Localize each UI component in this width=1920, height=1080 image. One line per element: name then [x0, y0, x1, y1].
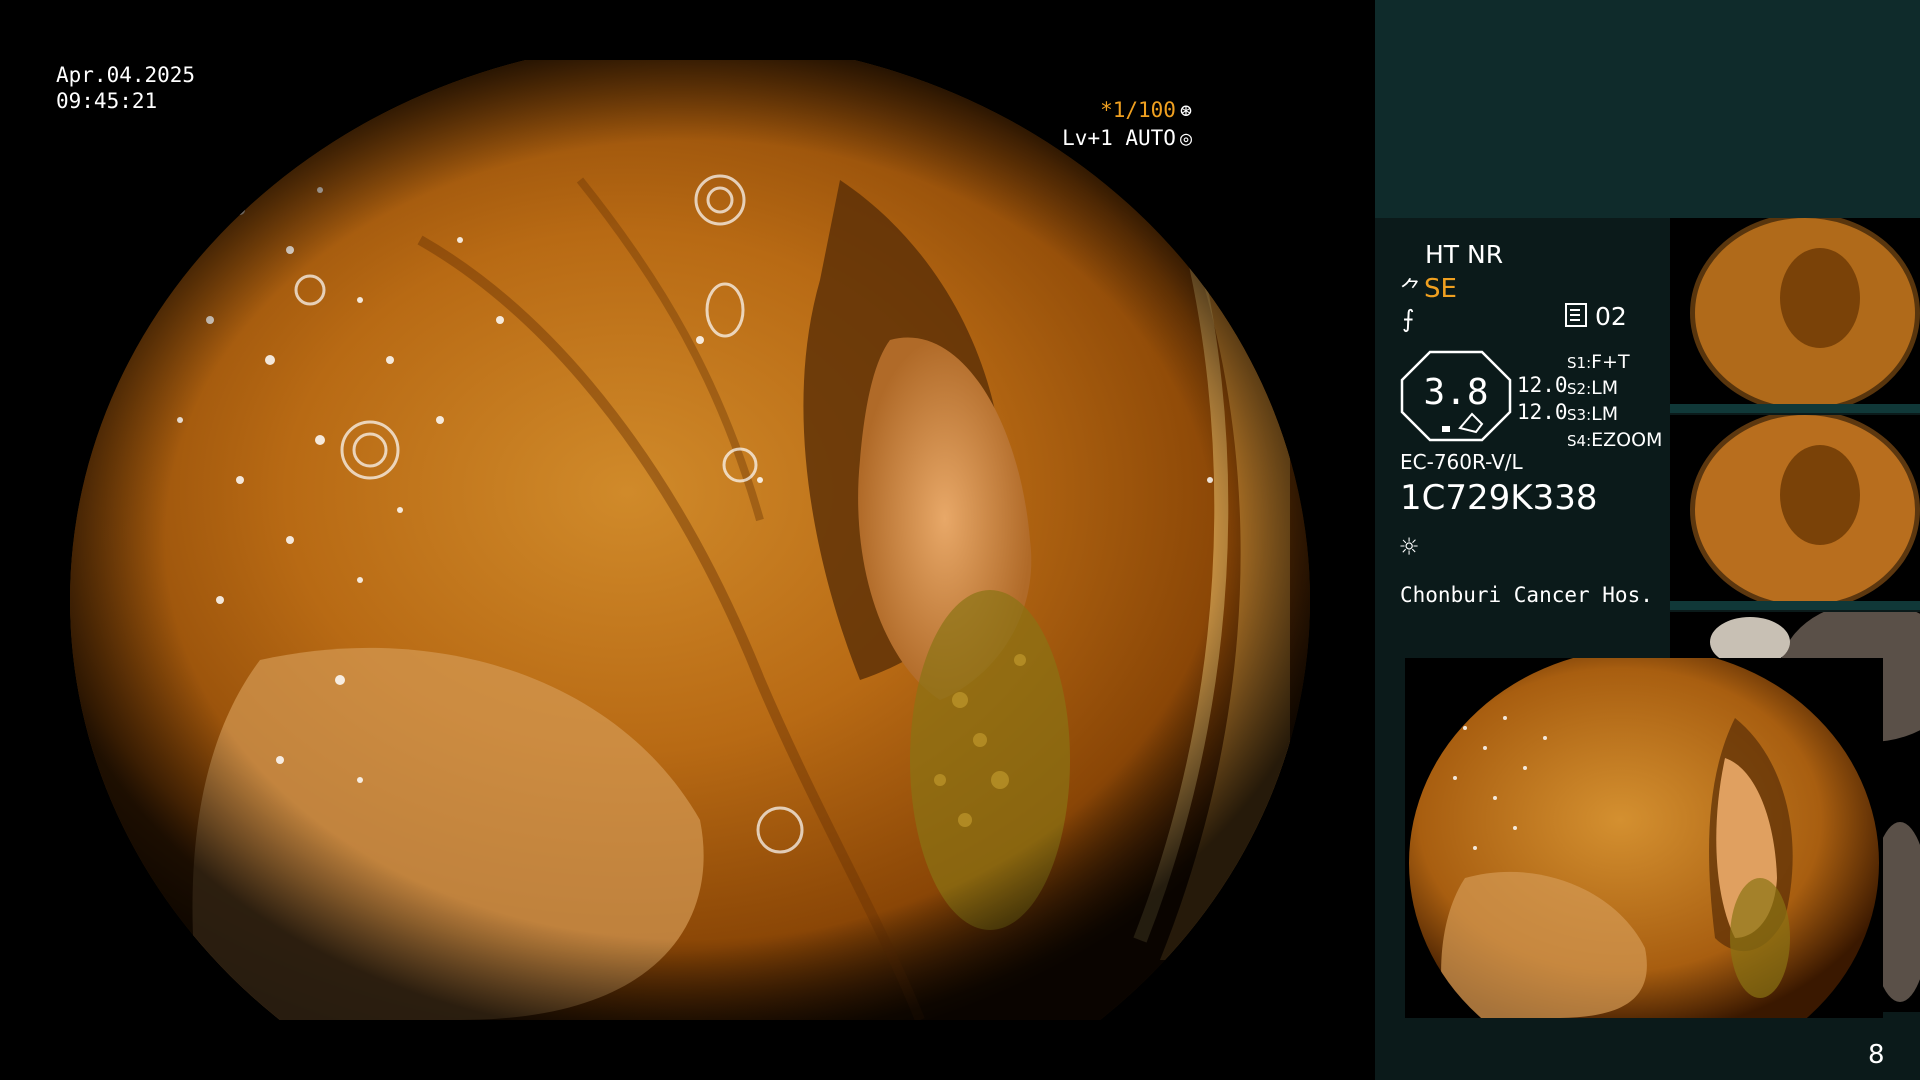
page-number: 8: [1868, 1040, 1885, 1070]
scope-model: EC-760R-V/L: [1400, 450, 1523, 474]
brightness-icon: ☼: [1400, 530, 1419, 565]
thumbnail-4-image: [1880, 812, 1920, 1012]
level-label: Lv+1 AUTO: [1062, 126, 1176, 150]
function-icon: ⨍: [1402, 305, 1415, 333]
shutter-label: *1/100: [1100, 98, 1176, 122]
switch-item-3: S3:LM: [1567, 403, 1619, 425]
value-2: 12.0: [1517, 400, 1568, 424]
serial-number: 1C729K338: [1400, 478, 1598, 518]
thumbnail-1-image: [1670, 218, 1920, 413]
selected-image-graphic: [1405, 658, 1883, 1018]
enhance-label: SE: [1424, 274, 1457, 304]
value-1: 12.0: [1517, 373, 1568, 397]
level-indicator: Lv+1 AUTO ◎: [1062, 126, 1192, 150]
endoscope-image-graphic: [70, 60, 1310, 1020]
time-label: 09:45:21: [56, 89, 158, 113]
scope-icon: ⺈: [1400, 278, 1423, 303]
lens-icon: ◎: [1179, 126, 1192, 150]
aperture-icon: ⊛: [1179, 98, 1192, 122]
switch-item-2: S2:LM: [1567, 377, 1619, 399]
endoscope-image: [60, 60, 1320, 1020]
panel-header-band: [1375, 0, 1920, 218]
zoom-value: 3.8: [1423, 372, 1489, 413]
shutter-indicator: *1/100 ⊛: [1100, 98, 1192, 122]
selected-image-preview[interactable]: [1405, 658, 1883, 1018]
thumbnail-2[interactable]: [1670, 415, 1920, 610]
datetime-stamp: Apr.04.2025 09:45:21: [56, 62, 195, 114]
capture-count-label: 02: [1595, 302, 1627, 331]
value-list: 12.0 12.0: [1517, 372, 1568, 426]
memo-icon: [1565, 303, 1587, 327]
switch-list: S1:F+T S2:LM S3:LM S4:EZOOM: [1567, 350, 1662, 454]
thumbnail-4[interactable]: [1880, 812, 1920, 1012]
enhance-indicator: ⺈SE: [1400, 272, 1457, 304]
thumbnail-2-image: [1670, 415, 1920, 610]
thumbnail-1[interactable]: [1670, 218, 1920, 413]
mode-label: HT NR: [1425, 240, 1504, 269]
switch-item-4: S4:EZOOM: [1567, 429, 1663, 451]
hospital-name: Chonburi Cancer Hos.: [1400, 583, 1653, 607]
date-label: Apr.04.2025: [56, 63, 196, 87]
capture-count: 02: [1565, 302, 1627, 331]
switch-item-1: S1:F+T: [1567, 351, 1630, 373]
